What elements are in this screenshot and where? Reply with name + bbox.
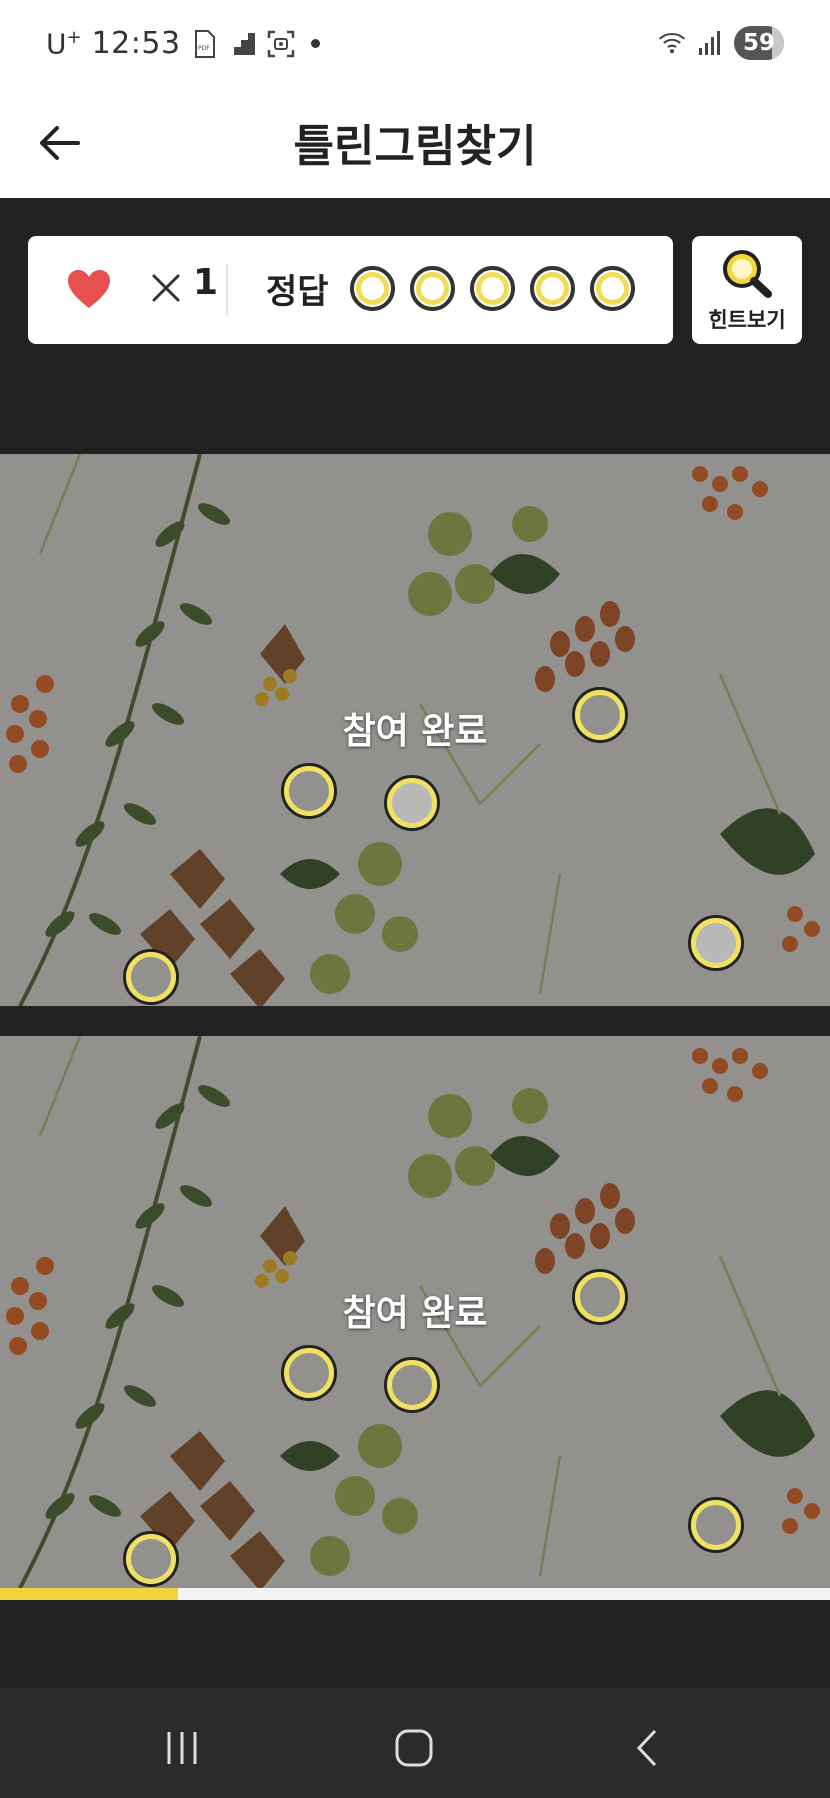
recents-button[interactable] (152, 1718, 212, 1778)
signal-icon (696, 29, 724, 57)
found-marker (688, 915, 744, 971)
picture-top[interactable]: 참여 완료 (0, 454, 830, 1006)
found-marker (572, 687, 628, 743)
carrier-label: U+ (46, 26, 82, 61)
status-right: 59 (658, 26, 784, 60)
notification-dot-icon (310, 39, 320, 48)
recents-icon (167, 1732, 197, 1764)
hint-button[interactable]: 힌트보기 (692, 236, 802, 344)
picture-bottom[interactable]: 참여 완료 (0, 1036, 830, 1588)
app-header: 틀린그림찾기 (0, 90, 830, 198)
pdf-icon: PDF (191, 29, 219, 58)
home-button[interactable] (384, 1718, 444, 1778)
hint-label: 힌트보기 (708, 308, 786, 332)
system-nav-bar (0, 1688, 830, 1798)
nav-back-button[interactable] (618, 1718, 678, 1778)
game-info-panel: 1 정답 (28, 236, 673, 344)
screenshot-icon (267, 30, 295, 58)
home-icon (395, 1729, 433, 1767)
lives-count: 1 (193, 262, 219, 303)
answer-slots (350, 266, 635, 311)
progress-fill (0, 1588, 179, 1600)
found-marker (572, 1269, 628, 1325)
magnifier-icon (723, 250, 772, 298)
found-marker (123, 1531, 179, 1587)
answer-slot (410, 266, 455, 311)
time-progress-bar (0, 1588, 830, 1600)
wifi-icon (658, 29, 686, 57)
back-icon (636, 1729, 657, 1767)
found-marker (281, 763, 337, 819)
found-marker (384, 775, 440, 831)
status-left: U+ 12:53 PDF (46, 26, 320, 61)
found-marker (384, 1357, 440, 1413)
answer-slot (590, 266, 635, 311)
battery-indicator: 59 (734, 26, 784, 60)
times-icon (152, 274, 180, 302)
found-marker (688, 1497, 744, 1553)
answer-slot (350, 266, 395, 311)
page-title: 틀린그림찾기 (293, 121, 537, 172)
stairs-icon (229, 30, 257, 58)
divider (226, 264, 228, 316)
status-time: 12:53 (91, 26, 181, 61)
svg-text:PDF: PDF (198, 45, 210, 52)
found-marker (281, 1345, 337, 1401)
participation-complete-label: 참여 완료 (342, 1293, 488, 1334)
answer-label: 정답 (266, 272, 329, 312)
found-marker (123, 949, 179, 1005)
answer-slot (470, 266, 515, 311)
participation-complete-label: 참여 완료 (342, 711, 488, 752)
status-bar: U+ 12:53 PDF 59 (0, 0, 830, 90)
answer-slot (530, 266, 575, 311)
heart-icon (68, 270, 110, 308)
